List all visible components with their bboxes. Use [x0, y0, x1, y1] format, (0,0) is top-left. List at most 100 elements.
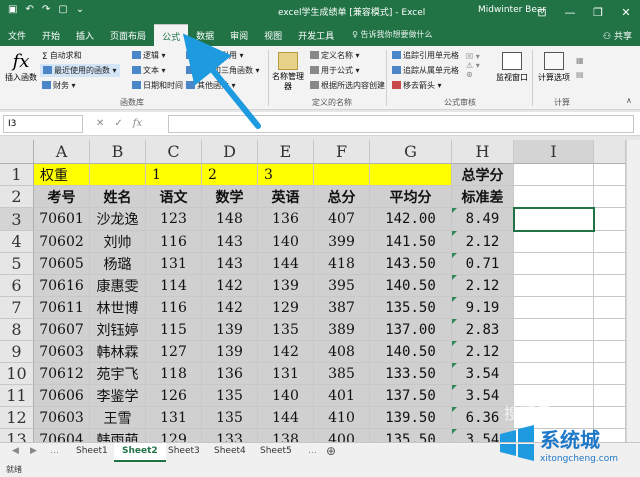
restore-icon[interactable]: ❐ [584, 0, 612, 24]
cell-f8[interactable]: 389 [314, 319, 370, 341]
cell-f10[interactable]: 385 [314, 363, 370, 385]
cell-e5[interactable]: 144 [258, 253, 314, 275]
cell-g7[interactable]: 135.50 [370, 297, 452, 319]
cell-c2[interactable]: 语文 [146, 186, 202, 208]
cell-i8[interactable] [514, 319, 594, 341]
cell-b11[interactable]: 李鉴学 [90, 385, 146, 407]
cell-c1[interactable]: 1 [146, 164, 202, 186]
cell-c9[interactable]: 127 [146, 341, 202, 363]
audit-small-icons[interactable]: ☒ ▾ ⚠ ▾ ⊛ [466, 52, 480, 79]
cell-b12[interactable]: 王雪 [90, 407, 146, 429]
cell-e3[interactable]: 136 [258, 208, 314, 231]
cell-c6[interactable]: 114 [146, 275, 202, 297]
row-header-6[interactable]: 6 [0, 275, 34, 297]
collapse-ribbon-icon[interactable]: ∧ [626, 96, 632, 105]
cell-c12[interactable]: 131 [146, 407, 202, 429]
more-functions-button[interactable]: 其他函数 ▾ [186, 80, 236, 91]
cell-a4[interactable]: 70602 [34, 231, 90, 253]
cell-b2[interactable]: 姓名 [90, 186, 146, 208]
cell-i10[interactable] [514, 363, 594, 385]
cell-f11[interactable]: 401 [314, 385, 370, 407]
cell-blank[interactable] [594, 164, 626, 186]
datetime-button[interactable]: 日期和时间 ▾ [132, 80, 190, 91]
cell-g5[interactable]: 143.50 [370, 253, 452, 275]
logical-button[interactable]: 逻辑 ▾ [132, 50, 166, 61]
trace-dependents-button[interactable]: 追踪从属单元格 [392, 65, 459, 76]
row-header-3[interactable]: 3 [0, 208, 34, 231]
cell-c7[interactable]: 116 [146, 297, 202, 319]
cell-b3[interactable]: 沙龙逸 [90, 208, 146, 231]
ribbon-display-icon[interactable]: ⊡ [528, 0, 556, 24]
cell-h9[interactable]: 2.12 [452, 341, 514, 363]
close-icon[interactable]: ✕ [612, 0, 640, 24]
select-all-corner[interactable] [0, 140, 34, 164]
column-header-e[interactable]: E [258, 140, 314, 164]
cell-e2[interactable]: 英语 [258, 186, 314, 208]
cell-g10[interactable]: 133.50 [370, 363, 452, 385]
cell-f9[interactable]: 408 [314, 341, 370, 363]
cell-a11[interactable]: 70606 [34, 385, 90, 407]
recent-functions-button[interactable]: 最近使用的函数 ▾ [40, 64, 120, 77]
cell-g3[interactable]: 142.00 [370, 208, 452, 231]
cell-i6[interactable] [514, 275, 594, 297]
cell-b10[interactable]: 苑宇飞 [90, 363, 146, 385]
calc-small-icons[interactable]: ▦ ▤ [576, 54, 584, 82]
cell-blank[interactable] [594, 186, 626, 208]
cell-b6[interactable]: 康惠雯 [90, 275, 146, 297]
cell-c10[interactable]: 118 [146, 363, 202, 385]
use-in-formula-button[interactable]: 用于公式 ▾ [310, 65, 360, 76]
row-header-7[interactable]: 7 [0, 297, 34, 319]
cell-b1[interactable] [90, 164, 146, 186]
cell-a8[interactable]: 70607 [34, 319, 90, 341]
cell-a3[interactable]: 70601 [34, 208, 90, 231]
save-icon[interactable]: ▣ [8, 4, 17, 15]
cell-e6[interactable]: 139 [258, 275, 314, 297]
cell-b5[interactable]: 杨璐 [90, 253, 146, 275]
cell-a2[interactable]: 考号 [34, 186, 90, 208]
cell-h4[interactable]: 2.12 [452, 231, 514, 253]
cell-c8[interactable]: 115 [146, 319, 202, 341]
sheet-tab-sheet1[interactable]: Sheet1 [68, 443, 116, 462]
cell-blank[interactable] [594, 231, 626, 253]
cell-g4[interactable]: 141.50 [370, 231, 452, 253]
cell-h10[interactable]: 3.54 [452, 363, 514, 385]
cell-i1[interactable] [514, 164, 594, 186]
cell-b8[interactable]: 刘钰婷 [90, 319, 146, 341]
cell-blank[interactable] [594, 363, 626, 385]
trace-precedents-button[interactable]: 追踪引用单元格 [392, 50, 459, 61]
cell-blank[interactable] [594, 319, 626, 341]
name-box[interactable]: I3 [3, 115, 83, 133]
column-header-f[interactable]: F [314, 140, 370, 164]
cell-g2[interactable]: 平均分 [370, 186, 452, 208]
vertical-scrollbar[interactable] [626, 140, 640, 442]
cell-i9[interactable] [514, 341, 594, 363]
define-name-button[interactable]: 定义名称 ▾ [310, 50, 360, 61]
sheet-tab-sheet2[interactable]: Sheet2 [114, 443, 166, 462]
column-header-a[interactable]: A [34, 140, 90, 164]
cell-g8[interactable]: 137.00 [370, 319, 452, 341]
cell-h6[interactable]: 2.12 [452, 275, 514, 297]
cell-h3[interactable]: 8.49 [452, 208, 514, 231]
row-header-2[interactable]: 2 [0, 186, 34, 208]
row-header-5[interactable]: 5 [0, 253, 34, 275]
sheet-tab-sheet4[interactable]: Sheet4 [206, 443, 254, 462]
cell-b7[interactable]: 林世博 [90, 297, 146, 319]
cell-a1[interactable]: 权重 [34, 164, 90, 186]
cell-d7[interactable]: 142 [202, 297, 258, 319]
cell-h2[interactable]: 标准差 [452, 186, 514, 208]
cell-d4[interactable]: 143 [202, 231, 258, 253]
lookup-button[interactable]: 查找与引用 ▾ [186, 50, 244, 61]
enter-icon[interactable]: ✓ [114, 118, 122, 129]
create-from-selection-button[interactable]: 根据所选内容创建 [310, 80, 385, 91]
math-button[interactable]: 数学和三角函数 ▾ [186, 65, 260, 76]
sheet-tab-sheet5[interactable]: Sheet5 [252, 443, 300, 462]
text-button[interactable]: 文本 ▾ [132, 65, 166, 76]
cell-blank[interactable] [594, 297, 626, 319]
cell-g11[interactable]: 137.50 [370, 385, 452, 407]
column-header-h[interactable]: H [452, 140, 514, 164]
cell-g6[interactable]: 140.50 [370, 275, 452, 297]
cell-f1[interactable] [314, 164, 370, 186]
cell-a6[interactable]: 70616 [34, 275, 90, 297]
tab-developer[interactable]: 开发工具 [290, 24, 342, 46]
cell-e7[interactable]: 129 [258, 297, 314, 319]
